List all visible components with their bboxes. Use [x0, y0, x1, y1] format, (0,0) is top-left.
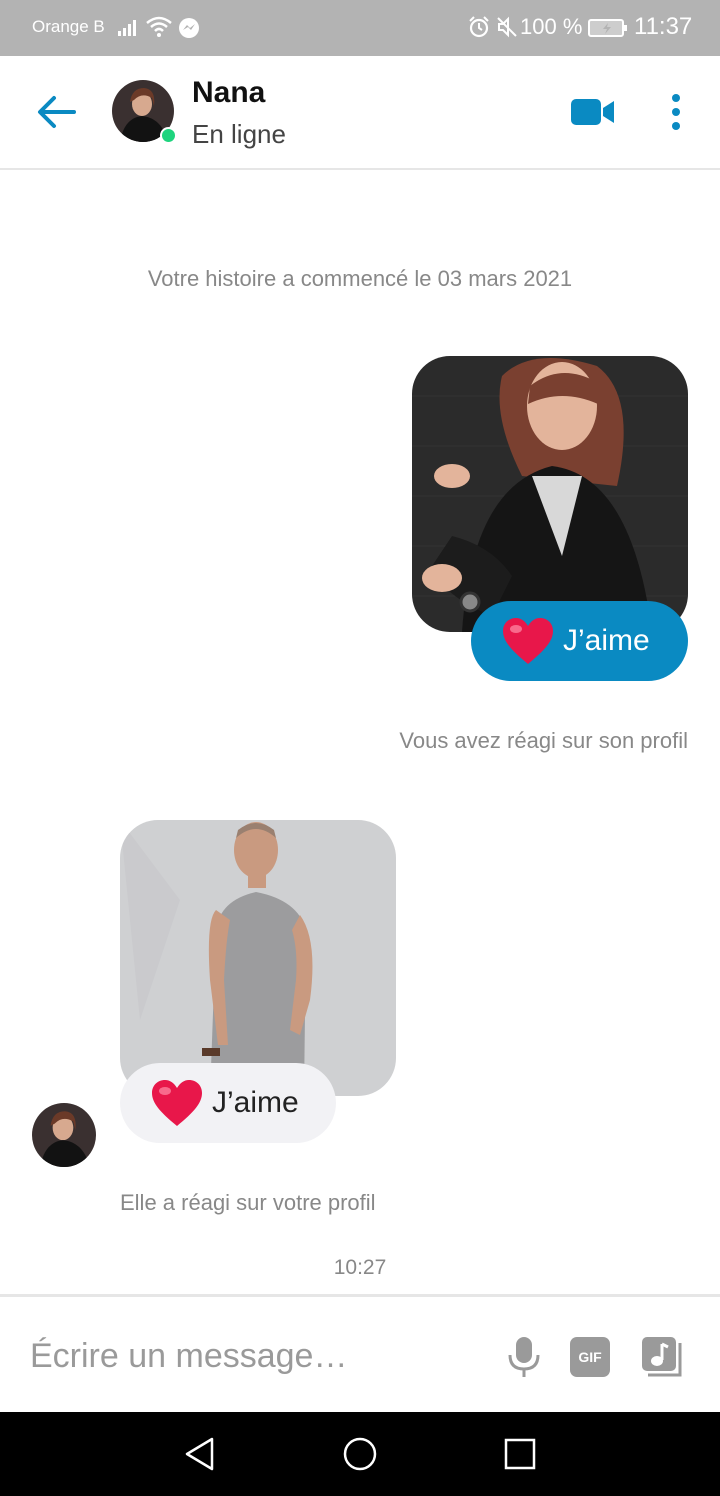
mute-icon — [497, 16, 517, 38]
online-indicator — [160, 127, 177, 144]
clock: 11:37 — [634, 13, 693, 40]
message-input[interactable] — [30, 1333, 470, 1379]
sent-like-bubble[interactable]: J’aime — [471, 601, 688, 681]
battery-percentage: 100 % — [520, 14, 583, 39]
video-call-icon[interactable] — [570, 96, 616, 128]
nav-back-icon[interactable] — [182, 1436, 218, 1472]
nav-home-icon[interactable] — [342, 1436, 378, 1472]
contact-status: En ligne — [192, 119, 286, 149]
messenger-icon — [179, 18, 199, 38]
wifi-icon — [146, 16, 172, 37]
history-start-text: Votre histoire a commencé le 03 mars 202… — [147, 266, 573, 291]
conversation[interactable]: Votre histoire a commencé le 03 mars 202… — [0, 170, 720, 1294]
battery-icon — [588, 19, 627, 37]
system-navigation-bar — [0, 1412, 720, 1496]
message-time: 10:27 — [333, 1256, 387, 1279]
like-label: J’aime — [563, 624, 650, 657]
received-profile-photo[interactable] — [120, 820, 396, 1096]
chat-header: Nana En ligne — [0, 56, 720, 170]
received-like-bubble[interactable]: J’aime — [120, 1063, 336, 1143]
back-arrow-icon[interactable] — [34, 94, 78, 130]
heart-icon — [503, 618, 553, 664]
signal-icon — [118, 20, 136, 36]
like-label: J’aime — [212, 1086, 299, 1119]
alarm-icon — [469, 16, 489, 38]
nav-recent-apps-icon[interactable] — [504, 1438, 536, 1470]
carrier-name: Orange B — [32, 17, 105, 36]
sender-avatar[interactable] — [32, 1103, 96, 1167]
sent-profile-photo[interactable] — [412, 356, 688, 632]
microphone-icon[interactable] — [506, 1335, 542, 1379]
message-composer: GIF — [0, 1294, 720, 1412]
gif-button[interactable]: GIF — [570, 1337, 610, 1377]
more-options-icon[interactable] — [664, 92, 688, 132]
status-bar: Orange B 100 % 11:37 — [0, 0, 720, 56]
music-icon[interactable] — [640, 1335, 684, 1379]
heart-icon — [152, 1080, 202, 1126]
sent-reaction-note: Vous avez réagi sur son profil — [399, 728, 688, 753]
contact-name[interactable]: Nana — [192, 76, 265, 110]
received-reaction-note: Elle a réagi sur votre profil — [120, 1190, 376, 1215]
